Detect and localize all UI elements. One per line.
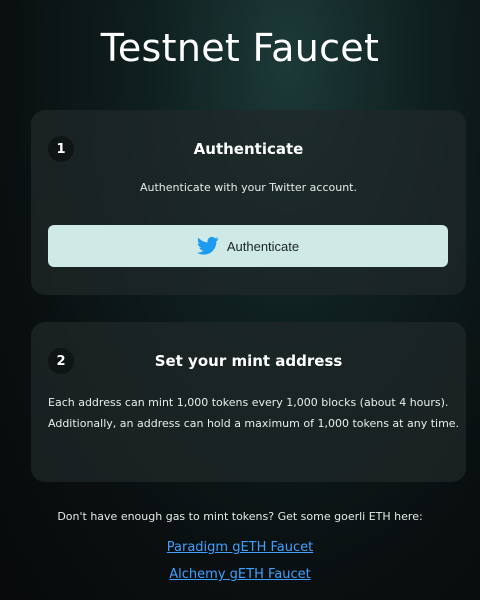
paradigm-faucet-link[interactable]: Paradigm gETH Faucet [0,540,480,555]
authenticate-step-card: 1 Authenticate Authenticate with your Tw… [31,110,466,295]
mint-address-step-title: Set your mint address [154,352,343,370]
authenticate-button[interactable]: Authenticate [48,225,448,267]
page-title: Testnet Faucet [100,26,380,70]
hold-limit-text: Additionally, an address can hold a maxi… [48,417,460,430]
authenticate-step-description: Authenticate with your Twitter account. [139,181,357,194]
authenticate-button-label: Authenticate [226,238,300,254]
mint-address-step-card: 2 Set your mint address Each address can… [31,322,466,482]
mint-address-description: Each address can mint 1,000 tokens every… [48,392,460,434]
mint-limit-text: Each address can mint 1,000 tokens every… [48,396,449,409]
twitter-icon [196,236,219,256]
authenticate-step-title: Authenticate [193,140,304,158]
gas-note: Don't have enough gas to mint tokens? Ge… [57,510,423,523]
alchemy-faucet-link[interactable]: Alchemy gETH Faucet [0,567,480,582]
